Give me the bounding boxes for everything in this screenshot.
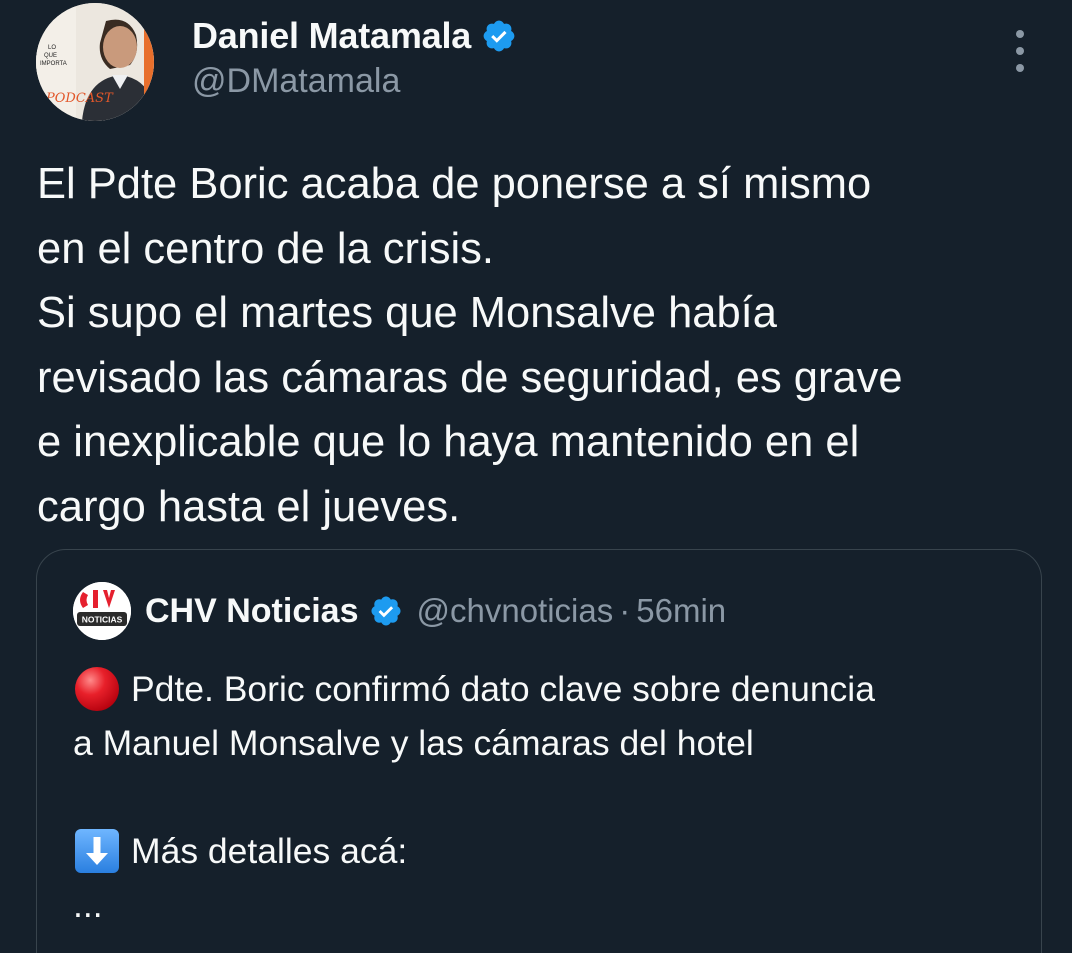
more-dot: [1016, 64, 1024, 72]
more-vertical-icon[interactable]: [1008, 30, 1032, 72]
tweet-text-line: revisado las cámaras de seguridad, es gr…: [37, 353, 903, 402]
avatar-badge-text: PODCAST: [45, 91, 114, 106]
quoted-display-name[interactable]: CHV Noticias: [145, 592, 359, 631]
quoted-text-line-1: a Manuel Monsalve y las cámaras del hote…: [73, 723, 754, 763]
verified-badge-icon: [483, 20, 515, 52]
quoted-separator: ·: [619, 592, 631, 629]
red-circle-emoji: [75, 667, 119, 711]
quoted-text-line-4: ...: [73, 885, 103, 925]
quoted-author-avatar[interactable]: NOTICIAS: [73, 582, 131, 640]
author-display-name[interactable]: Daniel Matamala: [192, 15, 471, 57]
tweet-text-line: en el centro de la crisis.: [37, 224, 494, 273]
quoted-tweet-header: NOTICIAS CHV Noticias @chvnoticias · 56m…: [73, 582, 726, 640]
quoted-text-line-3: Más detalles acá:: [131, 831, 408, 871]
quoted-text-line-0: Pdte. Boric confirmó dato clave sobre de…: [131, 669, 875, 709]
quoted-text-line: ...: [73, 878, 1023, 932]
more-dot: [1016, 47, 1024, 55]
quoted-text-line: [73, 770, 1023, 824]
svg-text:IMPORTA: IMPORTA: [40, 61, 67, 67]
verified-badge-icon: [370, 596, 401, 626]
quoted-handle[interactable]: @chvnoticias: [417, 592, 614, 630]
tweet-text-line: e inexplicable que lo haya mantenido en …: [37, 418, 860, 467]
quoted-avatar-text: NOTICIAS: [82, 615, 123, 625]
svg-text:LO: LO: [48, 45, 56, 51]
tweet-text-line: cargo hasta el jueves.: [37, 482, 461, 531]
down-arrow-emoji: [75, 829, 119, 873]
author-avatar[interactable]: LO QUE IMPORTA PODCAST: [36, 3, 154, 121]
author-handle[interactable]: @DMatamala: [192, 62, 517, 101]
quoted-timestamp[interactable]: 56min: [636, 592, 726, 630]
quoted-tweet-card[interactable]: NOTICIAS CHV Noticias @chvnoticias · 56m…: [36, 549, 1042, 953]
more-dot: [1016, 30, 1024, 38]
tweet: LO QUE IMPORTA PODCAST Daniel Matamala @…: [0, 0, 1072, 953]
quoted-tweet-text: Pdte. Boric confirmó dato clave sobre de…: [73, 662, 1023, 932]
author-name-row: Daniel Matamala: [192, 14, 517, 58]
tweet-text-line: El Pdte Boric acaba de ponerse a sí mism…: [37, 160, 872, 208]
author-block: Daniel Matamala @DMatamala: [192, 14, 517, 101]
quoted-text-line: Más detalles acá:: [73, 824, 1023, 878]
tweet-text: El Pdte Boric acaba de ponerse a sí mism…: [37, 152, 1047, 540]
tweet-text-line: Si supo el martes que Monsalve había: [37, 289, 777, 338]
quoted-text-line: Pdte. Boric confirmó dato clave sobre de…: [73, 662, 1023, 716]
quoted-text-line: a Manuel Monsalve y las cámaras del hote…: [73, 716, 1023, 770]
svg-text:QUE: QUE: [44, 53, 57, 59]
